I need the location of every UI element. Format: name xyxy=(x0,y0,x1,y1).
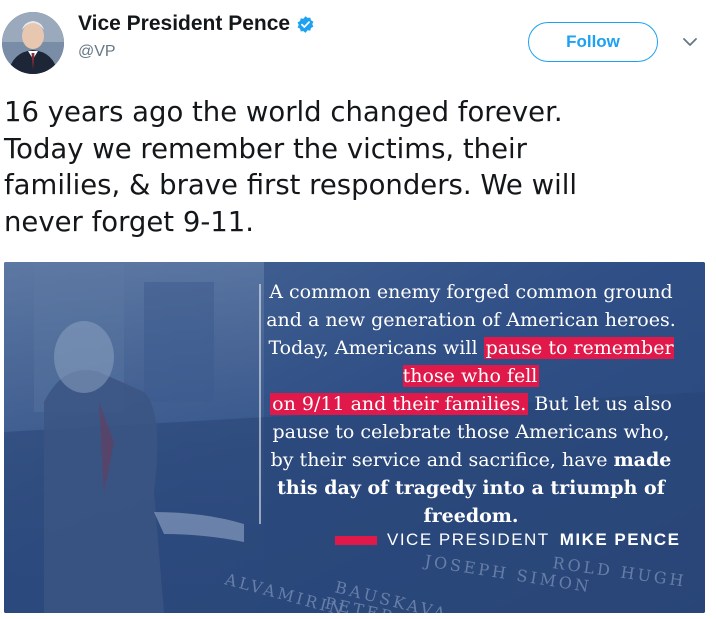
follow-button[interactable]: Follow xyxy=(528,22,658,62)
tweet-text: 16 years ago the world changed forever. … xyxy=(4,96,577,238)
quote-attribution: VICE PRESIDENT MIKE PENCE xyxy=(335,530,681,550)
quote-highlight-2: on 9/11 and their families. xyxy=(270,393,529,415)
tweet-header: Vice President Pence @VP Follow xyxy=(0,0,716,90)
attribution-name: MIKE PENCE xyxy=(559,530,681,549)
verified-badge-icon xyxy=(297,15,314,33)
chevron-down-icon[interactable] xyxy=(681,35,699,49)
user-handle[interactable]: @VP xyxy=(78,43,116,61)
tweet-media-image[interactable]: ROLD HUGH JOSEPH SIMON ALVAMIRIN BAUSKAV… xyxy=(4,262,705,613)
name-row: Vice President Pence xyxy=(78,12,315,36)
attribution-accent-bar xyxy=(335,535,377,545)
attribution-title: VICE PRESIDENT xyxy=(387,530,550,549)
display-name[interactable]: Vice President Pence xyxy=(78,12,290,36)
quote-text: A common enemy forged common ground and … xyxy=(262,278,680,530)
avatar[interactable] xyxy=(2,12,64,74)
